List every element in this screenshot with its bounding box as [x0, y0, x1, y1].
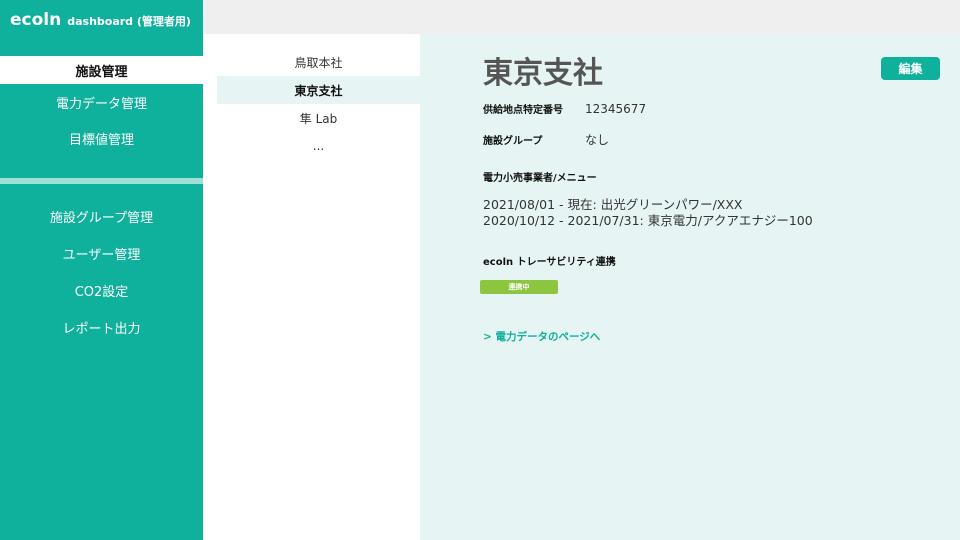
retailer-line-previous: 2020/10/12 - 2021/07/31: 東京電力/アクアエナジー100 — [483, 213, 813, 228]
sidebar-divider — [0, 178, 203, 184]
retailer-label: 電力小売事業者/メニュー — [483, 173, 597, 184]
supply-point-value: 12345677 — [585, 102, 647, 116]
sidebar: ecoln dashboard (管理者用) 施設管理 電力データ管理 目標値管… — [0, 0, 203, 540]
sidebar-item-facility-management[interactable]: 施設管理 — [0, 56, 203, 84]
brand: ecoln dashboard (管理者用) — [0, 0, 203, 56]
facility-item-tottori-hq[interactable]: 鳥取本社 — [217, 48, 420, 76]
facility-item-hayabusa-lab[interactable]: 隼 Lab — [217, 104, 420, 132]
page-title: 東京支社 — [483, 56, 603, 91]
edit-button[interactable]: 編集 — [881, 57, 940, 80]
sidebar-item-report-export[interactable]: レポート出力 — [0, 309, 203, 346]
facility-item-more[interactable]: ... — [217, 132, 420, 160]
facility-group-value: なし — [585, 133, 610, 147]
traceability-label: ecoln トレーサビリティ連携 — [483, 257, 616, 268]
sidebar-item-co2-settings[interactable]: CO2設定 — [0, 272, 203, 309]
facility-group-row: 施設グループ なし — [483, 131, 609, 148]
facility-list: 鳥取本社 東京支社 隼 Lab ... — [217, 48, 420, 160]
sidebar-item-power-data[interactable]: 電力データ管理 — [0, 84, 203, 120]
status-badge: 連携中 — [480, 280, 558, 294]
brand-subtitle: dashboard (管理者用) — [67, 15, 191, 28]
sidebar-item-users[interactable]: ユーザー管理 — [0, 235, 203, 272]
supply-point-label: 供給地点特定番号 — [483, 105, 563, 116]
sidebar-item-target-values[interactable]: 目標値管理 — [0, 120, 203, 156]
retailer-line-current: 2021/08/01 - 現在: 出光グリーンパワー/XXX — [483, 197, 743, 212]
brand-logo-text: ecoln — [10, 10, 62, 30]
retailer-history: 2021/08/01 - 現在: 出光グリーンパワー/XXX 2020/10/1… — [483, 197, 813, 229]
nav-group-settings: 施設グループ管理 ユーザー管理 CO2設定 レポート出力 — [0, 198, 203, 346]
facility-item-tokyo-branch[interactable]: 東京支社 — [217, 76, 420, 104]
facility-group-label: 施設グループ — [483, 136, 543, 147]
facility-detail-panel: 東京支社 編集 供給地点特定番号 12345677 施設グループ なし 電力小売… — [420, 34, 960, 540]
power-data-link[interactable]: > 電力データのページへ — [483, 329, 600, 344]
sidebar-item-facility-groups[interactable]: 施設グループ管理 — [0, 198, 203, 235]
supply-point-row: 供給地点特定番号 12345677 — [483, 101, 646, 116]
nav-group-main: 施設管理 電力データ管理 目標値管理 — [0, 56, 203, 156]
